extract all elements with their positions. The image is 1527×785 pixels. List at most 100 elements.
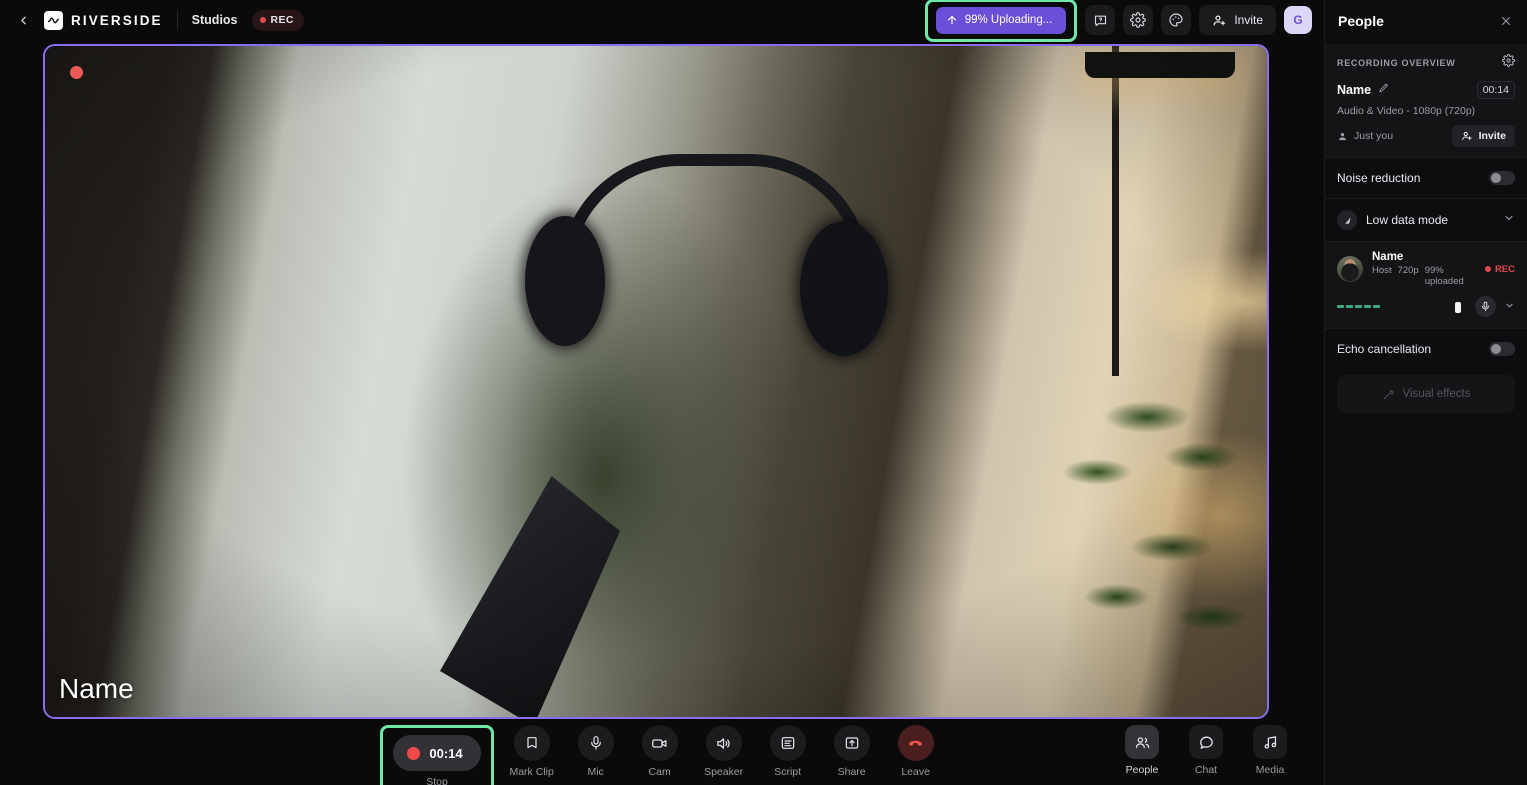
upload-status-button[interactable]: 99% Uploading...	[935, 6, 1067, 34]
bookmark-icon	[513, 725, 550, 761]
brand-name: RIVERSIDE	[71, 12, 163, 28]
back-button[interactable]	[10, 7, 36, 33]
upload-highlight-box: 99% Uploading...	[924, 0, 1078, 42]
visual-effects-label: Visual effects	[1402, 388, 1471, 400]
riverside-studio-app: RIVERSIDE Studios REC 99% Uploading... I…	[0, 0, 1527, 785]
rec-badge-label: REC	[270, 14, 294, 26]
person-icon	[1339, 132, 1346, 140]
header-divider	[176, 11, 178, 29]
media-label: Media	[1255, 764, 1285, 776]
app-header: RIVERSIDE Studios REC 99% Uploading... I…	[0, 0, 1324, 42]
chevron-down-icon[interactable]	[1503, 211, 1515, 229]
waveform-icon	[44, 10, 63, 30]
participant-resolution: 720p	[1397, 265, 1419, 276]
chevron-down-icon	[1506, 303, 1513, 307]
participant-avatar	[1337, 256, 1363, 282]
stop-highlight-box: 00:14 Stop	[380, 725, 494, 785]
microphone-icon	[577, 725, 614, 761]
panel-title: People	[1338, 12, 1384, 29]
chevron-left-icon	[20, 16, 26, 24]
overview-name-row: Name 00:14	[1337, 81, 1515, 99]
rec-badge: REC	[251, 9, 304, 31]
overview-settings-button[interactable]	[1502, 54, 1515, 72]
toggle-knob	[1491, 344, 1501, 354]
participant-mic-button[interactable]	[1475, 296, 1496, 317]
attendance-status: Just you	[1337, 130, 1393, 142]
echo-cancellation-label: Echo cancellation	[1337, 342, 1432, 356]
people-panel-button[interactable]: People	[1114, 725, 1170, 776]
header-left: RIVERSIDE Studios REC	[10, 7, 304, 33]
media-panel-button[interactable]: Media	[1242, 725, 1298, 776]
attendance-label: Just you	[1354, 130, 1394, 142]
brand-logo[interactable]: RIVERSIDE	[44, 10, 163, 30]
hangup-phone-icon	[897, 725, 934, 761]
panel-header: People	[1325, 0, 1527, 41]
script-button[interactable]: Script	[760, 725, 816, 778]
recording-indicator-dot	[70, 66, 83, 79]
appearance-button[interactable]	[1161, 5, 1192, 35]
audio-level-meter[interactable]	[1337, 301, 1467, 313]
studios-label[interactable]: Studios	[192, 13, 238, 27]
toggle-knob	[1491, 173, 1501, 183]
audio-level-handle[interactable]	[1455, 301, 1461, 313]
participant-rec-label: REC	[1494, 263, 1515, 275]
camera-icon	[641, 725, 678, 761]
people-label: People	[1125, 764, 1159, 776]
settings-button[interactable]	[1123, 5, 1154, 35]
share-button[interactable]: Share	[824, 725, 880, 778]
palette-icon	[1169, 13, 1183, 27]
toolbar-right-group: People Chat Media	[1114, 725, 1298, 776]
noise-reduction-toggle[interactable]	[1489, 171, 1515, 185]
help-bubble-icon	[1094, 15, 1106, 26]
mark-clip-button[interactable]: Mark Clip	[504, 725, 560, 778]
invite-button-label: Invite	[1234, 13, 1263, 27]
person-add-icon	[1213, 14, 1226, 25]
signal-icon	[1337, 210, 1357, 230]
panel-invite-button[interactable]: Invite	[1451, 125, 1515, 147]
recording-overview-card: RECORDING OVERVIEW Name 00:14 Audio & Vi…	[1325, 44, 1527, 157]
participant-meta: Name Host 720p 99% uploaded	[1372, 251, 1476, 287]
session-name: Name	[1337, 83, 1372, 97]
control-toolbar: 00:14 Stop Mark Clip Mic Cam Speaker Scr…	[0, 719, 1324, 785]
recording-timer: 00:14	[429, 745, 463, 761]
cam-button[interactable]: Cam	[632, 725, 688, 778]
low-data-mode-row[interactable]: Low data mode	[1325, 199, 1527, 241]
people-icon	[1125, 725, 1159, 759]
user-avatar[interactable]: G	[1284, 6, 1312, 34]
close-panel-button[interactable]	[1497, 12, 1515, 30]
person-add-icon	[1461, 131, 1472, 140]
overview-attendance-row: Just you Invite	[1337, 125, 1515, 147]
participant-role: Host	[1372, 265, 1392, 276]
stop-recording-button[interactable]: 00:14	[393, 735, 481, 771]
audio-level-dashes	[1337, 305, 1380, 308]
video-vignette	[45, 46, 1267, 717]
leave-button[interactable]: Leave	[888, 725, 944, 778]
stop-record-dot-icon	[407, 746, 421, 760]
leave-label: Leave	[901, 766, 930, 778]
upload-status-label: 99% Uploading...	[964, 14, 1053, 26]
invite-button[interactable]: Invite	[1199, 5, 1276, 35]
help-button[interactable]	[1085, 5, 1116, 35]
participant-rec-badge: REC	[1484, 263, 1515, 275]
session-quality: Audio & Video - 1080p (720p)	[1337, 105, 1476, 117]
main-area: RIVERSIDE Studios REC 99% Uploading... I…	[0, 0, 1324, 785]
speaker-label: Speaker	[704, 766, 744, 778]
mic-label: Mic	[587, 766, 604, 778]
participant-details: Host 720p 99% uploaded	[1372, 265, 1476, 287]
participant-video-tile[interactable]: Name	[43, 44, 1269, 719]
participant-card: Name Host 720p 99% uploaded REC	[1325, 242, 1527, 328]
participant-expand-button[interactable]	[1504, 298, 1515, 316]
mic-button[interactable]: Mic	[568, 725, 624, 778]
noise-reduction-label: Noise reduction	[1337, 171, 1421, 185]
magic-wand-icon	[1383, 389, 1394, 399]
speaker-button[interactable]: Speaker	[696, 725, 752, 778]
people-panel: People RECORDING OVERVIEW Name 00:14 Aud…	[1324, 0, 1527, 785]
visual-effects-button[interactable]: Visual effects	[1337, 375, 1515, 413]
echo-cancellation-toggle[interactable]	[1489, 342, 1515, 356]
panel-invite-label: Invite	[1478, 130, 1506, 142]
overview-section-title: RECORDING OVERVIEW	[1337, 58, 1456, 68]
rec-dot-icon	[259, 17, 266, 23]
chat-panel-button[interactable]: Chat	[1178, 725, 1234, 776]
header-right: 99% Uploading... Invite G	[924, 0, 1316, 42]
edit-name-button[interactable]	[1378, 81, 1389, 99]
